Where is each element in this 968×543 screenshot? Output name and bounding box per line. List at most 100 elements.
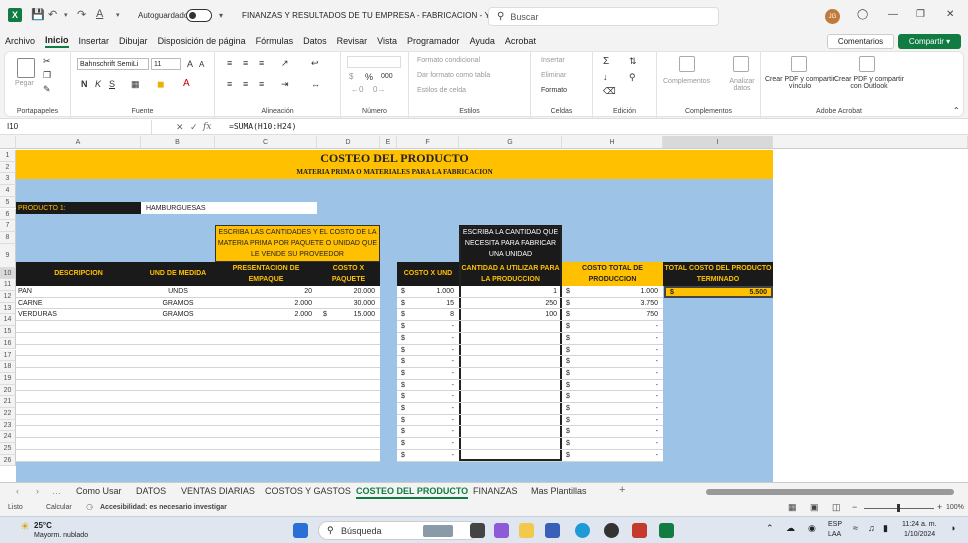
select-all-corner[interactable] <box>0 136 16 149</box>
cell-costo-total[interactable]: - <box>565 333 658 344</box>
more-sheets-icon[interactable]: … <box>52 486 61 496</box>
currency-icon[interactable]: $ <box>349 72 353 81</box>
file-explorer-icon[interactable] <box>519 523 534 538</box>
name-box[interactable]: I10 <box>4 120 152 134</box>
row-header[interactable]: 9 <box>0 243 16 268</box>
cell-presentacion[interactable]: 2.000 <box>215 298 312 309</box>
cell-unidad[interactable]: UNDS <box>141 286 215 297</box>
sheet-tab-mas[interactable]: Mas Plantillas <box>531 486 587 496</box>
sheet-title[interactable]: COSTEO DEL PRODUCTO <box>16 151 773 166</box>
cell-presentacion[interactable]: 20 <box>215 286 312 297</box>
header-costo-paquete[interactable]: COSTO X PAQUETE <box>317 263 380 285</box>
status-accessibility[interactable]: Accesibilidad: es necesario investigar <box>100 504 227 511</box>
note-left[interactable]: ESCRIBA LAS CANTIDADES Y EL COSTO DE LA … <box>217 227 378 260</box>
minimize-icon[interactable]: — <box>888 9 898 20</box>
tab-revisar[interactable]: Revisar <box>337 36 368 46</box>
delete-button[interactable]: Eliminar <box>541 72 566 79</box>
sheet-tab-costos[interactable]: COSTOS Y GASTOS <box>265 486 351 496</box>
notifications-icon[interactable]: ◑ <box>950 523 955 533</box>
user-avatar[interactable]: JG <box>825 9 840 24</box>
analyze-data-icon[interactable] <box>733 56 749 72</box>
cell-costo-paquete[interactable]: 15.000 <box>317 309 375 320</box>
cell-cantidad[interactable]: 250 <box>459 298 557 309</box>
weather-temp[interactable]: 25°C <box>34 521 52 530</box>
enter-icon[interactable]: ✓ <box>190 120 198 134</box>
insert-button[interactable]: Insertar <box>541 57 565 64</box>
borders-icon[interactable]: ▦ <box>131 79 140 90</box>
clock-time[interactable]: 11:24 a. m. <box>902 521 937 528</box>
cell-costo-und[interactable]: - <box>400 415 454 426</box>
cell-costo-total[interactable]: 750 <box>565 309 658 320</box>
format-as-table-button[interactable]: Dar formato como tabla <box>417 72 490 79</box>
complements-button[interactable]: Complementos <box>663 78 710 85</box>
column-header-e[interactable]: E <box>380 136 397 149</box>
clear-icon[interactable]: ⌫ <box>603 86 616 97</box>
header-unidad[interactable]: UND DE MEDIDA <box>141 268 215 279</box>
product-label[interactable]: PRODUCTO 1: <box>18 203 66 214</box>
zoom-in-icon[interactable]: + <box>937 502 942 512</box>
cell-descripcion[interactable]: PAN <box>18 286 138 297</box>
align-bottom-icon[interactable]: ≡ <box>259 58 264 68</box>
add-sheet-icon[interactable]: + <box>619 484 625 496</box>
cell-descripcion[interactable]: CARNE <box>18 298 138 309</box>
status-calc[interactable]: Calcular <box>46 504 72 511</box>
header-presentacion[interactable]: PRESENTACION DE EMPAQUE <box>215 263 317 285</box>
row-header[interactable]: 5 <box>0 196 16 209</box>
taskbar-search[interactable]: ⚲ Búsqueda <box>318 521 478 540</box>
row-header[interactable]: 1 <box>0 150 16 162</box>
row-header[interactable]: 3 <box>0 173 16 186</box>
task-view-icon[interactable] <box>470 523 485 538</box>
collapse-ribbon-icon[interactable]: ⌃ <box>953 106 960 115</box>
cell-unidad[interactable]: GRAMOS <box>141 298 215 309</box>
store-app-icon[interactable] <box>545 523 560 538</box>
weather-desc[interactable]: Mayorm. nublado <box>34 532 88 539</box>
row-header[interactable]: 24 <box>0 431 16 444</box>
cell-presentacion[interactable]: 2.000 <box>215 309 312 320</box>
font-color-icon[interactable]: A <box>183 78 190 89</box>
row-header[interactable]: 13 <box>0 302 16 315</box>
pdf-outlook-icon[interactable] <box>859 56 875 72</box>
row-header[interactable]: 17 <box>0 349 16 362</box>
align-middle-icon[interactable]: ≡ <box>243 58 248 68</box>
thousands-button[interactable]: 000 <box>381 73 393 80</box>
grow-font-icon[interactable]: A <box>187 59 193 69</box>
widgets-app-icon[interactable] <box>494 523 509 538</box>
wifi-icon[interactable]: ≈ <box>853 523 858 533</box>
lightbulb-icon[interactable]: ◯ <box>857 9 868 20</box>
restore-icon[interactable]: ❐ <box>916 9 925 20</box>
clock-date[interactable]: 1/10/2024 <box>904 531 935 538</box>
align-left-icon[interactable]: ≡ <box>227 79 232 89</box>
undo-dropdown-icon[interactable]: ▾ <box>64 11 68 19</box>
weather-icon[interactable]: ☀ <box>20 520 30 533</box>
row-header[interactable]: 10 <box>0 267 16 280</box>
sheet-tab-datos[interactable]: DATOS <box>136 486 166 496</box>
shrink-font-icon[interactable]: A <box>199 60 204 69</box>
sheet-tab-ventas[interactable]: VENTAS DIARIAS <box>181 486 255 496</box>
row-header[interactable]: 11 <box>0 279 16 291</box>
cell-costo-total[interactable]: - <box>565 345 658 356</box>
next-sheet-icon[interactable]: › <box>36 486 39 496</box>
tab-acrobat[interactable]: Acrobat <box>505 36 536 46</box>
align-top-icon[interactable]: ≡ <box>227 58 232 68</box>
sheet-tab-costeo[interactable]: COSTEO DEL PRODUCTO <box>356 486 469 499</box>
cell-cantidad[interactable]: 1 <box>459 286 557 297</box>
pdf-link-icon[interactable] <box>791 56 807 72</box>
normal-view-icon[interactable]: ▦ <box>788 502 797 513</box>
fill-icon[interactable]: ↓ <box>603 72 608 82</box>
cell-descripcion[interactable]: VERDURAS <box>18 309 138 320</box>
cell-costo-und[interactable]: - <box>400 380 454 391</box>
orientation-icon[interactable]: ↗ <box>281 58 289 69</box>
font-color-icon[interactable]: A <box>96 8 103 20</box>
cell-costo-total[interactable]: - <box>565 438 658 449</box>
save-icon[interactable]: 💾 <box>31 8 45 21</box>
sheet-subtitle[interactable]: MATERIA PRIMA O MATERIALES PARA LA FABRI… <box>16 167 773 178</box>
cut-icon[interactable]: ✂ <box>43 56 51 67</box>
cancel-icon[interactable]: ✕ <box>176 120 184 134</box>
share-button[interactable]: Compartir ▾ <box>898 34 961 49</box>
comments-button[interactable]: Comentarios <box>827 34 894 49</box>
zoom-level[interactable]: 100% <box>946 504 964 511</box>
cell-costo-und[interactable]: - <box>400 438 454 449</box>
row-header[interactable]: 16 <box>0 337 16 350</box>
total-value[interactable]: 5.500 <box>700 287 767 298</box>
cell-costo-und[interactable]: - <box>400 403 454 414</box>
